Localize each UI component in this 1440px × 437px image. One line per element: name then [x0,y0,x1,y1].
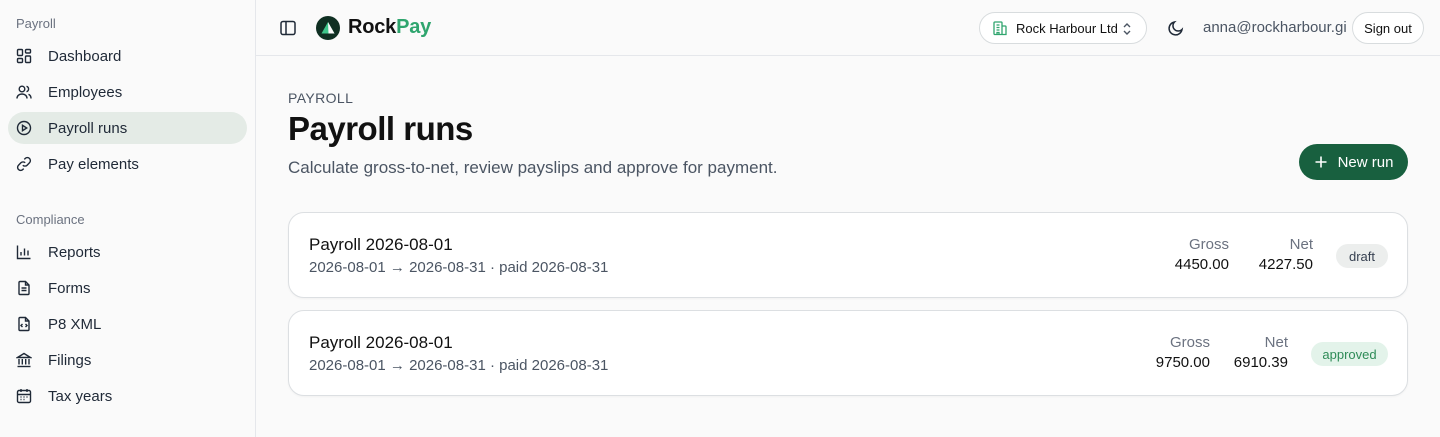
moon-icon[interactable] [1166,18,1186,38]
sidebar-item-filings[interactable]: Filings [8,344,247,376]
run-net: Net 4227.50 [1259,236,1313,273]
run-title: Payroll 2026-08-01 [309,333,453,352]
bar-chart-icon [16,244,32,260]
users-icon [16,84,32,100]
sidebar-item-label: Payroll runs [48,119,128,137]
sidebar-item-label: P8 XML [48,315,102,333]
sidebar-item-label: Dashboard [48,47,122,65]
gross-value: 9750.00 [1155,354,1210,371]
building-icon [992,20,1008,36]
link-icon [16,156,32,172]
status-badge: approved [1311,342,1388,366]
sidebar-item-label: Pay elements [48,155,139,173]
rockpay-logo-icon[interactable] [316,16,340,40]
organization-name: Rock Harbour Ltd [1016,20,1118,36]
sidebar-item-dashboard[interactable]: Dashboard [8,40,247,72]
user-email: anna@rockharbour.gi [1203,19,1347,36]
gross-label: Gross [1188,236,1229,253]
sidebar-item-label: Tax years [48,387,113,405]
document-icon [16,280,32,296]
sidebar-item-label: Forms [48,279,91,297]
sidebar-section-compliance: Compliance [16,212,85,227]
run-gross: Gross 4450.00 [1175,236,1229,273]
top-bar: RockPay Rock Harbour Ltd anna@rockharbou… [256,0,1440,56]
net-value: 6910.39 [1233,354,1288,371]
chevrons-up-down-icon [1120,21,1134,37]
payroll-run-card[interactable]: Payroll 2026-08-01 2026-08-01 → 2026-08-… [288,212,1408,298]
sidebar-item-forms[interactable]: Forms [8,272,247,304]
status-badge: draft [1336,244,1388,268]
sidebar-item-reports[interactable]: Reports [8,236,247,268]
new-run-label: New run [1337,153,1394,171]
brand-name[interactable]: RockPay [348,16,431,39]
run-gross: Gross 9750.00 [1156,334,1210,371]
page-subtitle: Calculate gross-to-net, review payslips … [288,158,778,177]
dashboard-icon [16,48,32,64]
plus-icon [1314,155,1328,169]
sidebar-item-tax-years[interactable]: Tax years [8,380,247,412]
bank-icon [16,352,32,368]
sidebar-item-label: Reports [48,243,101,261]
sidebar-section-payroll: Payroll [16,16,56,31]
net-value: 4227.50 [1258,256,1313,273]
run-dates: 2026-08-01 → 2026-08-31 · paid 2026-08-3… [309,357,609,374]
run-title: Payroll 2026-08-01 [309,235,453,254]
calendar-icon [16,388,32,404]
sidebar-item-employees[interactable]: Employees [8,76,247,108]
sign-out-button[interactable]: Sign out [1352,12,1424,44]
page-eyebrow: PAYROLL [288,90,354,106]
sidebar-item-pay-elements[interactable]: Pay elements [8,148,247,180]
run-net: Net 6910.39 [1234,334,1288,371]
sidebar-item-payroll-runs[interactable]: Payroll runs [8,112,247,144]
sidebar-item-p8-xml[interactable]: P8 XML [8,308,247,340]
payroll-run-card[interactable]: Payroll 2026-08-01 2026-08-01 → 2026-08-… [288,310,1408,396]
sidebar-item-label: Employees [48,83,123,101]
play-circle-icon [16,120,32,136]
organization-select[interactable]: Rock Harbour Ltd [979,12,1147,44]
code-file-icon [16,316,32,332]
gross-value: 4450.00 [1174,256,1229,273]
gross-label: Gross [1169,334,1210,351]
run-dates: 2026-08-01 → 2026-08-31 · paid 2026-08-3… [309,259,609,276]
sidebar-item-label: Filings [48,351,92,369]
sidebar: Payroll Dashboard Employees Payroll runs… [0,0,256,437]
new-run-button[interactable]: New run [1299,144,1408,180]
sidebar-toggle-icon[interactable] [278,18,298,38]
net-label: Net [1289,236,1313,253]
page-title: Payroll runs [288,110,473,147]
net-label: Net [1264,334,1288,351]
